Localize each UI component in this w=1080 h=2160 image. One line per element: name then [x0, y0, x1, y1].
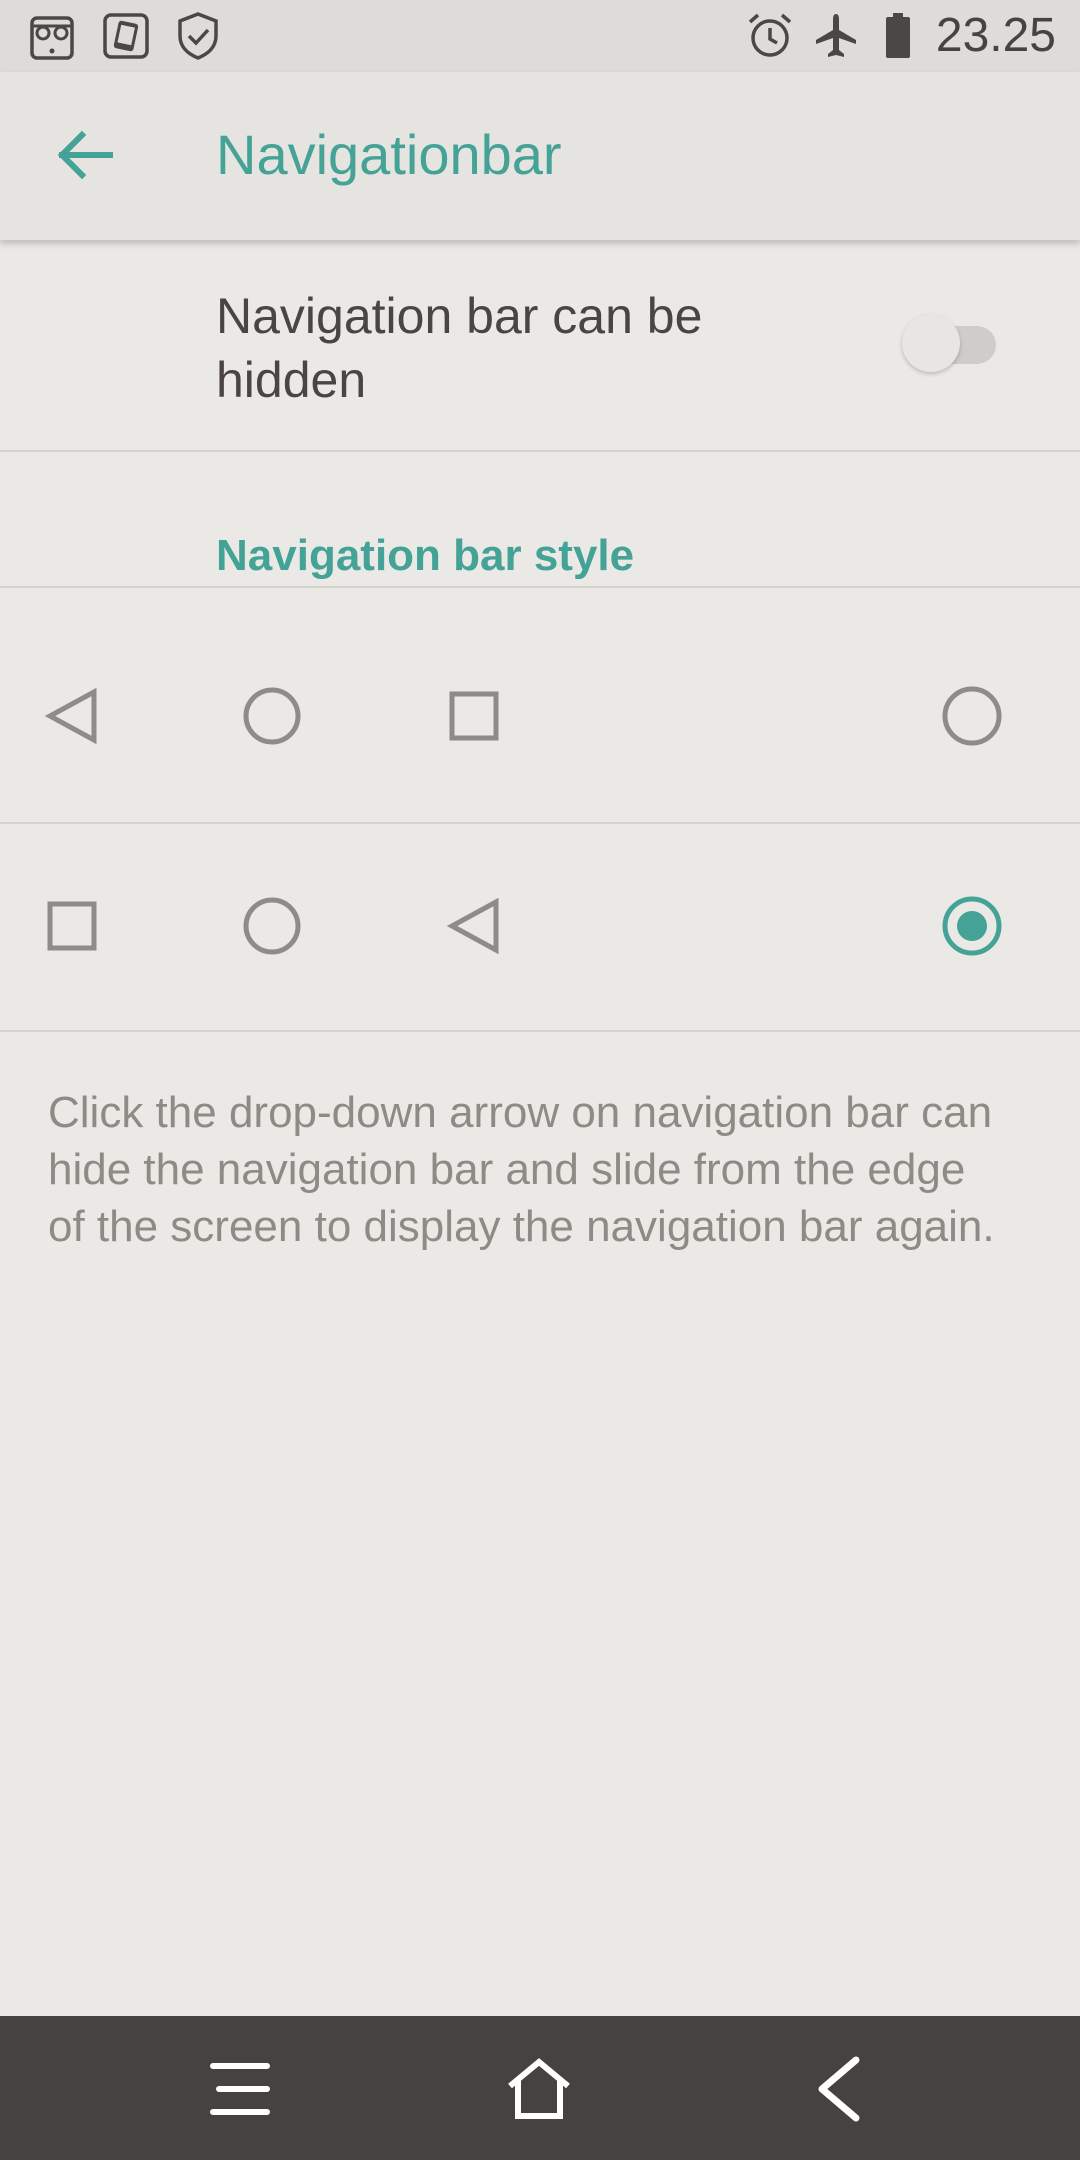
home-icon[interactable]: [504, 2054, 574, 2124]
hide-navbar-switch[interactable]: [902, 314, 998, 372]
arrow-left-icon[interactable]: [40, 110, 130, 200]
divider: [0, 450, 1080, 452]
section-header-navbar-style: Navigation bar style: [216, 531, 635, 580]
switch-thumb: [902, 314, 960, 372]
back-triangle-icon: [44, 687, 97, 745]
home-circle-icon: [243, 897, 301, 955]
navbar-description-text: Click the drop-down arrow on navigation …: [48, 1088, 995, 1251]
screen: 23.25 Navigationbar Navigation bar can b…: [0, 0, 1080, 2160]
back-triangle-icon: [446, 897, 499, 955]
status-bar: 23.25: [0, 0, 1080, 72]
recents-square-icon: [47, 901, 97, 951]
recents-square-icon: [449, 691, 499, 741]
glasses-app-icon: [30, 16, 74, 60]
radio-button-unselected[interactable]: [940, 684, 1004, 748]
tablet-app-icon: [103, 13, 149, 59]
radio-button-selected[interactable]: [940, 894, 1004, 958]
airplane-mode-icon: [816, 14, 856, 57]
home-circle-icon: [243, 687, 301, 745]
menu-icon[interactable]: [205, 2054, 275, 2124]
shield-check-icon: [178, 12, 218, 60]
page-title: Navigationbar: [216, 123, 562, 186]
back-icon[interactable]: [804, 2054, 874, 2124]
navbar-style-option-1[interactable]: [0, 588, 1080, 822]
navbar-style-option-2[interactable]: [0, 824, 1080, 1030]
hide-navbar-label: Navigation bar can be hidden: [216, 288, 703, 408]
status-time: 23.25: [935, 9, 1056, 62]
system-navigation-bar: [0, 2016, 1080, 2160]
alarm-icon: [748, 13, 792, 57]
battery-icon: [886, 13, 910, 58]
app-bar: Navigationbar: [0, 72, 1080, 240]
divider: [0, 1030, 1080, 1032]
